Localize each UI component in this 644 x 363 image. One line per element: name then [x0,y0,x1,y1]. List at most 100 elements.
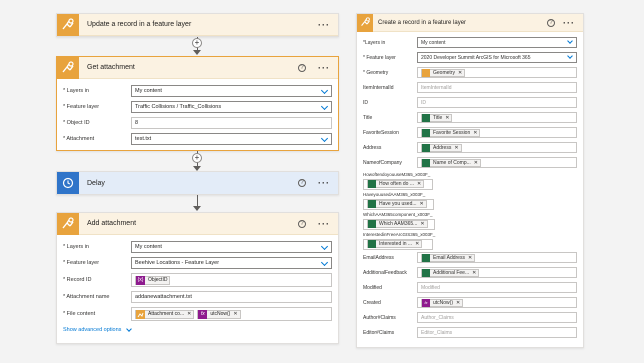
excel-token-icon [368,220,376,228]
add-step-button[interactable]: + [192,38,202,48]
remove-token-icon[interactable]: ✕ [415,241,419,247]
geometry-token-label: Geometry [433,69,455,76]
remove-token-icon[interactable]: ✕ [456,300,460,306]
add-attachment-card[interactable]: Add attachment ? ··· * Layers in My cont… [56,212,339,344]
more-options-icon[interactable]: ··· [318,63,330,73]
iteminternalid-placeholder: ItemInternalId [421,84,452,91]
object-id-input[interactable]: 8 [131,117,332,129]
record-id-label: * Record ID [63,277,92,283]
emailaddress-input[interactable]: Email Address ✕ [417,252,577,263]
feature-layer-row: * Feature layer Beehive Locations - Feat… [63,255,332,271]
title-row: Title Title ✕ [363,110,577,125]
feature-layer-dropdown[interactable]: Traffic Collisions / Traffic_Collisions [131,101,332,113]
address-input[interactable]: Address ✕ [417,142,577,153]
get-attachment-header[interactable]: Get attachment ? ··· [57,56,338,79]
delay-card[interactable]: Delay ? ··· [56,171,339,195]
help-icon[interactable]: ? [547,18,555,27]
help-icon[interactable]: ? [298,63,306,72]
q4-token[interactable]: Interested in ... ✕ [367,240,423,248]
feedback-token[interactable]: Additional Fee... ✕ [421,268,480,277]
show-advanced-options-link[interactable]: Show advanced options [63,326,332,333]
remove-token-icon[interactable]: ✕ [233,311,237,317]
feature-layer-dropdown[interactable]: 2020 Developer Summit ArcGIS for Microso… [417,52,577,63]
chevron-down-icon [320,102,329,111]
q1-token[interactable]: How often do ... ✕ [367,180,425,188]
remove-token-icon[interactable]: ✕ [420,221,424,227]
title-token[interactable]: Title ✕ [421,113,453,122]
remove-token-icon[interactable]: ✕ [458,70,462,76]
file-content-input[interactable]: Attachment co... ✕ fx utcNow() ✕ [131,307,332,321]
q2-input[interactable]: Have you used... ✕ [363,198,434,210]
geometry-token[interactable]: Geometry ✕ [421,68,466,77]
iteminternalid-input[interactable]: ItemInternalId [417,82,577,93]
layers-in-dropdown[interactable]: My content [131,241,332,253]
remove-token-icon[interactable]: ✕ [468,255,472,261]
help-icon[interactable]: ? [298,179,306,187]
geometry-input[interactable]: Geometry ✕ [417,67,577,78]
add-attachment-header[interactable]: Add attachment ? ··· [57,212,338,235]
remove-token-icon[interactable]: ✕ [445,115,449,121]
update-record-header[interactable]: Update a record in a feature layer ··· [57,13,338,36]
nameofcompany-input[interactable]: Name of Comp... ✕ [417,157,577,168]
remove-token-icon[interactable]: ✕ [187,311,191,317]
remove-token-icon[interactable]: ✕ [472,270,476,276]
q4-input[interactable]: Interested in ... ✕ [363,238,433,250]
modified-input[interactable]: Modified [417,282,577,293]
additionalfeedback-input[interactable]: Additional Fee... ✕ [417,267,577,278]
editorclaims-input[interactable]: Editor_Claims [417,327,577,338]
remove-token-icon[interactable]: ✕ [473,130,477,136]
more-options-icon[interactable]: ··· [563,18,575,28]
id-label: ID [363,99,368,106]
feature-layer-dropdown[interactable]: Beehive Locations - Feature Layer [131,257,332,269]
attachment-name-input[interactable]: addanewattachment.txt [131,291,332,303]
record-id-input[interactable]: {x} ObjectID [131,273,332,287]
create-record-card[interactable]: Create a record in a feature layer ? ···… [356,13,584,348]
remove-token-icon[interactable]: ✕ [454,145,458,151]
q4-token-label: Interested in ... [379,241,413,247]
file-content-label: * File content [63,311,96,317]
more-options-icon[interactable]: ··· [318,178,330,188]
objectid-token[interactable]: {x} ObjectID [135,275,171,285]
more-options-icon[interactable]: ··· [318,219,330,229]
favorite-session-token[interactable]: Favorite Session ✕ [421,128,481,137]
created-input[interactable]: fx utcNow() ✕ [417,297,577,308]
utcnow-token[interactable]: fx utcNow() ✕ [197,309,241,319]
authorclaims-input[interactable]: Author_Claims [417,312,577,323]
favoritesession-input[interactable]: Favorite Session ✕ [417,127,577,138]
id-input[interactable]: ID [417,97,577,108]
attachment-dropdown[interactable]: test.txt [131,133,332,145]
object-id-row: * Object ID 8 [63,115,332,131]
create-record-header[interactable]: Create a record in a feature layer ? ··· [357,13,583,32]
feature-layer-value: Traffic Collisions / Traffic_Collisions [135,104,222,110]
company-token[interactable]: Name of Comp... ✕ [421,158,481,167]
remove-token-icon[interactable]: ✕ [474,160,478,166]
remove-token-icon[interactable]: ✕ [420,201,424,207]
q1-input[interactable]: How often do ... ✕ [363,178,433,190]
authorclaims-row: Author#Claims Author_Claims [363,310,577,325]
help-icon[interactable]: ? [298,219,306,228]
q3-input[interactable]: Which AAM365... ✕ [363,218,435,230]
layers-in-dropdown[interactable]: My content [417,37,577,48]
address-token[interactable]: Address ✕ [421,143,462,152]
update-record-card[interactable]: Update a record in a feature layer ··· [56,13,339,37]
title-input[interactable]: Title ✕ [417,112,577,123]
q3-token[interactable]: Which AAM365... ✕ [367,220,428,228]
more-options-icon[interactable]: ··· [318,20,330,30]
email-token[interactable]: Email Address ✕ [421,253,476,262]
feature-layer-row: * Feature layer 2020 Developer Summit Ar… [363,50,577,65]
excel-token-icon [422,268,430,277]
delay-header[interactable]: Delay ? ··· [57,172,338,194]
geometry-label: * Geometry [363,69,389,76]
additionalfeedback-label: AdditionalFeedback [363,269,407,276]
excel-token-icon [368,200,376,208]
excel-token-icon [422,143,430,152]
layers-in-label: *Layers in [363,39,386,46]
add-step-button[interactable]: + [192,153,202,163]
utcnow-token[interactable]: fx utcNow() ✕ [421,298,464,307]
remove-token-icon[interactable]: ✕ [417,181,421,187]
attachment-content-token[interactable]: Attachment co... ✕ [135,309,195,319]
q2-token[interactable]: Have you used... ✕ [367,200,427,208]
excel-token-icon [368,240,376,248]
get-attachment-card[interactable]: Get attachment ? ··· * Layers in My cont… [56,56,339,151]
layers-in-dropdown[interactable]: My content [131,85,332,97]
